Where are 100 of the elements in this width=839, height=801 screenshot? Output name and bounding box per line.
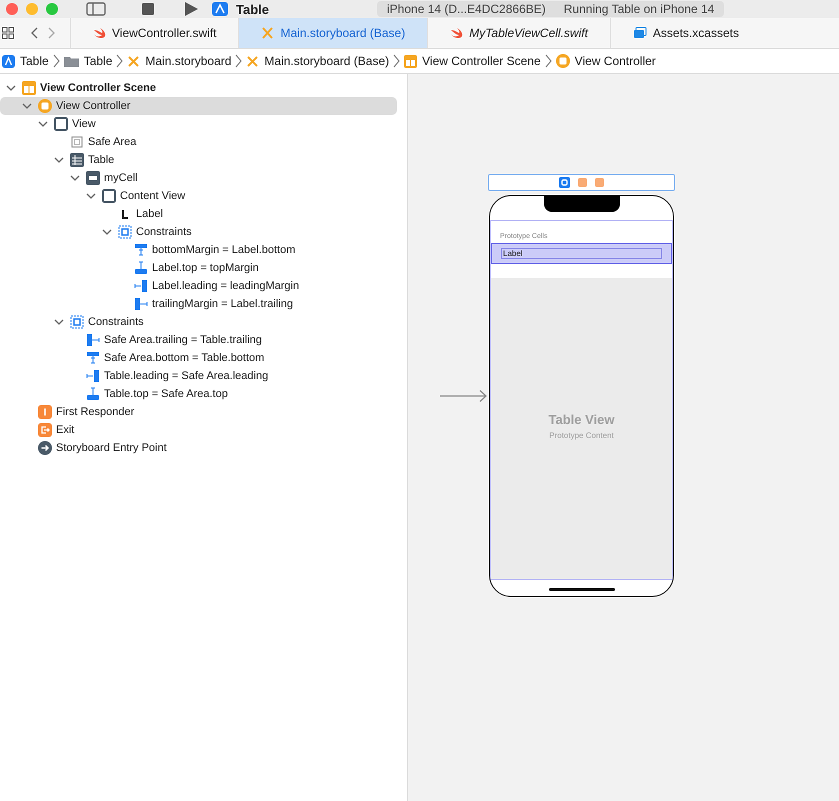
constraint-icon [86, 387, 100, 401]
outline-row[interactable]: First Responder [0, 403, 397, 421]
disclosure-icon[interactable] [86, 192, 96, 200]
vc-icon [38, 99, 52, 113]
storyboard-icon [246, 54, 260, 68]
view-controller-icon[interactable] [559, 177, 570, 188]
constraints-icon [118, 225, 132, 239]
outline-row[interactable]: Constraints [0, 313, 397, 331]
constraint-icon [134, 279, 148, 293]
responder-icon [38, 405, 52, 419]
destination-selector[interactable]: iPhone 14 (D...E4DC2866BE) [387, 2, 546, 16]
breadcrumb-label: View Controller [574, 54, 656, 68]
disclosure-icon[interactable] [70, 174, 80, 182]
editor-tab[interactable]: Main.storyboard (Base) [238, 18, 428, 48]
outline-row[interactable]: Safe Area.bottom = Table.bottom [0, 349, 397, 367]
outline-row[interactable]: Label.top = topMargin [0, 259, 397, 277]
disclosure-icon[interactable] [6, 84, 16, 92]
outline-label: Storyboard Entry Point [56, 442, 167, 454]
breadcrumb-label: Table [84, 54, 112, 68]
outline-row[interactable]: Storyboard Entry Point [0, 439, 397, 457]
tab-label: ViewController.swift [112, 26, 216, 40]
outline-label: Table.top = Safe Area.top [104, 388, 228, 400]
outline-row[interactable]: Exit [0, 421, 397, 439]
constraint-icon [86, 351, 100, 365]
breadcrumb-label: Table [20, 54, 49, 68]
tab-label: MyTableViewCell.swift [469, 26, 588, 40]
outline-row[interactable]: Table [0, 151, 397, 169]
outline-row[interactable]: View [0, 115, 397, 133]
outline-row[interactable]: Safe Area.trailing = Table.trailing [0, 331, 397, 349]
close-icon[interactable] [6, 3, 18, 15]
asset-catalog-icon [632, 27, 647, 39]
scheme-name[interactable]: Table [236, 2, 269, 16]
outline-label: bottomMargin = Label.bottom [152, 244, 296, 256]
swift-file-icon [450, 27, 464, 39]
view-icon [54, 117, 68, 131]
outline-label: First Responder [56, 406, 134, 418]
breadcrumb-item[interactable]: Table [2, 54, 49, 68]
table-icon [70, 153, 84, 167]
outline-row[interactable]: Label [0, 205, 397, 223]
safearea-icon [70, 135, 84, 149]
outline-label: Constraints [88, 316, 144, 328]
placeholder-title: Table View [548, 412, 614, 427]
entry-icon [38, 441, 52, 455]
grid-icon[interactable] [2, 27, 14, 39]
chevron-icon [116, 54, 124, 68]
outline-row[interactable]: Label.leading = leadingMargin [0, 277, 397, 295]
outline-row[interactable]: View Controller [0, 97, 397, 115]
constraint-icon [134, 297, 148, 311]
tab-label: Assets.xcassets [652, 26, 739, 40]
tab-label: Main.storyboard (Base) [280, 26, 406, 40]
chevron-icon [52, 54, 60, 68]
outline-label: View [72, 118, 96, 130]
outline-row[interactable]: bottomMargin = Label.bottom [0, 241, 397, 259]
disclosure-icon[interactable] [54, 318, 64, 326]
breadcrumb-item[interactable]: Main.storyboard [127, 54, 232, 68]
constraint-icon [134, 243, 148, 257]
disclosure-icon[interactable] [38, 120, 48, 128]
chevron-icon [393, 54, 400, 68]
outline-row[interactable]: Table.top = Safe Area.top [0, 385, 397, 403]
outline-row[interactable]: Content View [0, 187, 397, 205]
outline-row[interactable]: View Controller Scene [0, 79, 397, 97]
outline-row[interactable]: myCell [0, 169, 397, 187]
disclosure-icon[interactable] [22, 102, 32, 110]
outline-label: View Controller Scene [40, 82, 156, 94]
outline-row[interactable]: Table.leading = Safe Area.leading [0, 367, 397, 385]
exit-icon [38, 423, 52, 437]
constraint-icon [86, 369, 100, 383]
breadcrumb-item[interactable]: View Controller [556, 54, 656, 68]
home-indicator [548, 588, 614, 591]
disclosure-icon[interactable] [102, 228, 112, 236]
run-icon[interactable] [184, 2, 198, 16]
outline-label: Safe Area.bottom = Table.bottom [104, 352, 264, 364]
back-icon[interactable] [30, 27, 38, 39]
sidebar-icon[interactable] [86, 2, 106, 16]
outline-row[interactable]: Safe Area [0, 133, 397, 151]
storyboard-icon [127, 54, 140, 68]
outline-label: Label.leading = leadingMargin [152, 280, 300, 292]
outline-label: Safe Area.trailing = Table.trailing [104, 334, 262, 346]
breadcrumb-item[interactable]: Table [64, 54, 112, 68]
entry-arrow [440, 390, 488, 402]
view-controller-icon [556, 54, 570, 68]
editor-tab[interactable]: MyTableViewCell.swift [427, 18, 610, 48]
constraints-icon [70, 315, 84, 329]
outline-row[interactable]: Constraints [0, 223, 397, 241]
disclosure-icon[interactable] [54, 156, 64, 164]
prototype-cell[interactable]: Label [491, 243, 672, 264]
cell-label[interactable]: Label [501, 248, 662, 259]
editor-tab[interactable]: Assets.xcassets [610, 18, 761, 48]
outline-label: Label.top = topMargin [152, 262, 259, 274]
outline-label: myCell [104, 172, 138, 184]
chevron-icon [544, 54, 552, 68]
outline-label: View Controller [56, 100, 130, 112]
outline-label: Table.leading = Safe Area.leading [104, 370, 268, 382]
storyboard-icon [261, 27, 274, 39]
constraint-icon [134, 261, 148, 275]
scene-icon [22, 81, 36, 95]
outline-label: Label [136, 208, 163, 220]
outline-row[interactable]: trailingMargin = Label.trailing [0, 295, 397, 313]
outline-label: Content View [120, 190, 186, 202]
view-icon [102, 189, 116, 203]
